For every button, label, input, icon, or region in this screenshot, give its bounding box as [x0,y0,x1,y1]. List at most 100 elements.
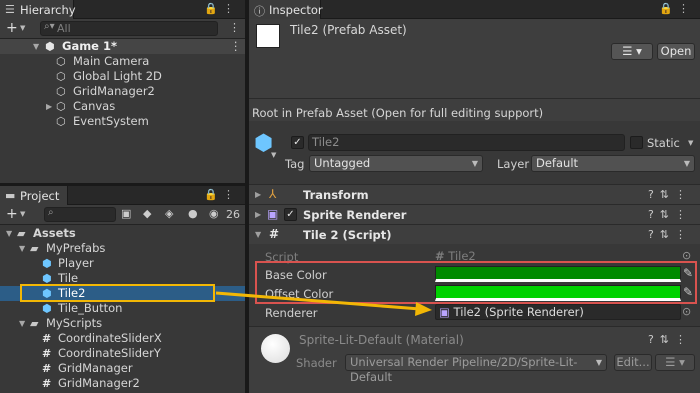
project-item-label: MyPrefabs [46,241,106,255]
asset-menu-dropdown[interactable]: ☰ ▾ [611,43,653,60]
component-sprite-renderer[interactable]: ▶ ▣ ✓ Sprite Renderer ?⇅⋮ [249,204,700,224]
hierarchy-tabbar: ☰ Hierarchy 🔒⋮ [0,0,245,19]
shader-menu-dropdown[interactable]: ☰ ▾ [655,354,695,371]
hierarchy-tab[interactable]: ☰ Hierarchy [0,0,76,19]
project-item[interactable]: ▼ ▰ Assets [0,226,245,241]
object-name-field[interactable]: Tile2 [308,134,625,151]
project-item[interactable]: # GridManager2 [0,376,245,391]
hierarchy-item[interactable]: ⬡ Global Light 2D [0,69,245,84]
project-item-label: Assets [33,226,76,240]
static-dropdown-icon[interactable]: ▼ [688,139,693,147]
hierarchy-item[interactable]: ⬡ GridManager2 [0,84,245,99]
hierarchy-item-label: Global Light 2D [73,69,162,83]
folder-icon: ▰ [30,242,39,255]
filter-icon[interactable]: ◆ [143,207,151,220]
project-tab[interactable]: ▬ Project [0,186,68,205]
eye-icon[interactable]: ◉ [209,207,219,220]
component-tile2-script[interactable]: ▼ # Tile 2 (Script) ?⇅⋮ [249,224,700,244]
expand-arrow-icon[interactable]: ▼ [19,241,25,256]
layer-label: Layer [497,157,530,171]
project-item-label: GridManager2 [58,376,140,390]
project-tab-tools[interactable]: 🔒⋮ [204,188,239,201]
inspector-tab-tools[interactable]: 🔒⋮ [659,2,694,15]
material-tools[interactable]: ?⇅⋮ [648,333,692,346]
expand-arrow-icon[interactable]: ▶ [46,99,52,114]
more-icon[interactable]: ⋮ [229,21,240,34]
project-item-label: GridManager [58,361,133,375]
folder-icon: ▬ [5,189,16,202]
transform-icon: ⅄ [269,187,277,201]
hidden-packages-icon[interactable]: ● [188,207,198,220]
component-tools[interactable]: ?⇅⋮ [648,188,692,201]
project-item[interactable]: ⬢ Player [0,256,245,271]
project-item[interactable]: ▼ ▰ MyScripts [0,316,245,331]
inspector-panel: ⓘ Inspector 🔒⋮ Tile2 (Prefab Asset) ☰ ▾ … [249,0,700,393]
component-transform[interactable]: ▶ ⅄ Transform ?⇅⋮ [249,184,700,204]
hierarchy-tab-tools[interactable]: 🔒⋮ [204,2,239,15]
hierarchy-item[interactable]: ⬡ Main Camera [0,54,245,69]
shader-edit-button[interactable]: Edit... [614,354,652,371]
chevron-down-icon[interactable]: ▼ [20,24,25,32]
project-item[interactable]: ▼ ▰ MyPrefabs [0,241,245,256]
active-checkbox[interactable]: ✓ [291,136,304,149]
renderer-field[interactable]: ▣ Tile2 (Sprite Renderer) [435,304,681,320]
hierarchy-item-label: EventSystem [73,114,149,128]
project-item[interactable]: # GridManager [0,361,245,376]
inspector-tab[interactable]: ⓘ Inspector [249,0,323,19]
colors-highlight-box [255,261,697,304]
hierarchy-scene-row[interactable]: ▼ ⬢ Game 1* ⋮ [0,39,245,54]
scene-more-icon[interactable]: ⋮ [230,39,242,54]
component-tools[interactable]: ?⇅⋮ [648,208,692,221]
layer-value: Default [536,156,579,170]
expand-arrow-icon[interactable]: ▼ [19,316,25,331]
hierarchy-search-input[interactable]: ⌕▾ All [40,21,218,36]
chevron-down-icon[interactable]: ▼ [20,210,25,218]
expand-arrow-icon[interactable]: ▼ [33,39,39,54]
add-icon[interactable]: + [6,20,18,36]
info-icon: ⓘ [254,5,265,18]
renderer-label: Renderer [265,306,318,320]
shader-dropdown[interactable]: Universal Render Pipeline/2D/Sprite-Lit-… [345,354,607,384]
add-icon[interactable]: + [6,206,18,222]
inspector-tabbar: ⓘ Inspector 🔒⋮ [249,0,700,19]
chevron-down-icon: ▼ [471,159,478,168]
hierarchy-item-label: Main Camera [73,54,150,68]
gameobject-icon: ⬡ [56,100,66,113]
search-icon: ⌕▾ [44,21,55,32]
project-item-label: Player [58,256,94,270]
project-item-label: CoordinateSliderY [58,346,161,360]
component-name: Sprite Renderer [303,208,407,222]
project-item[interactable]: ⬢ Tile_Button [0,301,245,316]
project-item[interactable]: # CoordinateSliderY [0,346,245,361]
project-tabbar: ▬ Project 🔒⋮ [0,186,245,205]
sprite-renderer-icon: ▣ [439,305,450,319]
hierarchy-panel: ☰ Hierarchy 🔒⋮ + ▼ ⌕▾ All ⋮ ▼ ⬢ Game 1* … [0,0,245,183]
hierarchy-item[interactable]: ▶ ⬡ Canvas [0,99,245,114]
tag-dropdown[interactable]: Untagged ▼ [309,155,483,172]
renderer-value: Tile2 (Sprite Renderer) [453,305,584,319]
expand-arrow-icon[interactable]: ▼ [255,230,261,239]
layer-dropdown[interactable]: Default ▼ [531,155,695,172]
label-icon[interactable]: ◈ [165,207,173,220]
search-by-type-icon[interactable]: ▣ [121,207,131,220]
hidden-count: 26 [226,208,240,221]
component-tools[interactable]: ?⇅⋮ [648,228,692,241]
open-button[interactable]: Open [657,43,695,60]
target-icon[interactable]: ⊙ [682,305,691,318]
material-preview-sphere [261,334,290,363]
expand-arrow-icon[interactable]: ▶ [255,190,261,199]
project-item[interactable]: # CoordinateSliderX [0,331,245,346]
project-toolbar: + ▼ ⌕ ▣ ◆ ◈ ● ◉ 26 [0,205,245,225]
sprite-renderer-enabled-checkbox[interactable]: ✓ [284,208,297,221]
hierarchy-item[interactable]: ⬡ EventSystem [0,114,245,129]
expand-arrow-icon[interactable]: ▼ [6,226,12,241]
expand-arrow-icon[interactable]: ▶ [255,210,261,219]
scene-name: Game 1* [62,39,118,53]
prefab-icon: ⬢ [42,302,52,315]
static-checkbox[interactable] [630,136,643,149]
shader-label: Shader [296,356,337,370]
gameobject-icon: ⬡ [56,55,66,68]
csharp-script-icon: # [42,362,52,375]
project-search-input[interactable]: ⌕ [44,207,116,222]
icon-dropdown-icon[interactable]: ▼ [271,151,276,159]
